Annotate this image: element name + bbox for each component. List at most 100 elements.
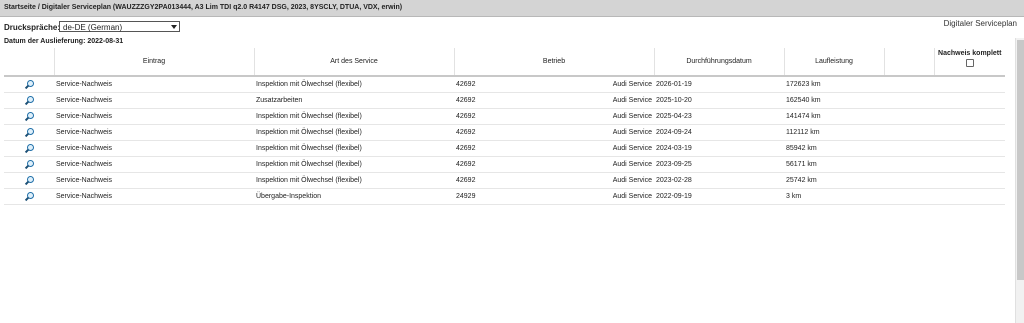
extra-cell <box>884 108 934 125</box>
magnifier-icon[interactable] <box>24 127 34 138</box>
workshop-cell: 42692 Audi Service <box>454 156 654 173</box>
entry-cell: Service-Nachweis <box>54 140 254 157</box>
vertical-scrollbar[interactable] <box>1015 38 1024 323</box>
page-title: Digitaler Serviceplan <box>943 19 1017 28</box>
workshop-name: Audi Service <box>612 97 652 104</box>
mileage-cell: 172623 km <box>784 76 884 93</box>
date-cell: 2025-10-20 <box>654 92 784 109</box>
date-cell: 2024-03-19 <box>654 140 784 157</box>
workshop-name: Audi Service <box>612 129 652 136</box>
service-type-cell: Inspektion mit Ölwechsel (flexibel) <box>254 172 454 189</box>
column-header-extra <box>883 48 934 77</box>
mileage-cell: 141474 km <box>784 108 884 125</box>
column-header-entry[interactable]: Eintrag <box>53 48 254 77</box>
extra-cell <box>884 188 934 205</box>
proof-cell <box>934 76 1005 93</box>
workshop-id: 42692 <box>456 81 476 88</box>
workshop-name: Audi Service <box>612 177 652 184</box>
proof-cell <box>934 92 1005 109</box>
workshop-cell: 42692 Audi Service <box>454 76 654 93</box>
service-type-cell: Inspektion mit Ölwechsel (flexibel) <box>254 108 454 125</box>
view-cell <box>4 76 54 93</box>
workshop-name: Audi Service <box>612 113 652 120</box>
table-row: Service-Nachweis Inspektion mit Ölwechsel… <box>4 108 1005 125</box>
service-type-cell: Übergabe-Inspektion <box>254 188 454 205</box>
table-header-row: Eintrag Art des Service Betrieb Durchfüh… <box>4 48 1005 77</box>
mileage-cell: 112112 km <box>784 124 884 141</box>
proof-cell <box>934 172 1005 189</box>
workshop-name: Audi Service <box>612 193 652 200</box>
workshop-name: Audi Service <box>612 161 652 168</box>
mileage-cell: 3 km <box>784 188 884 205</box>
entry-cell: Service-Nachweis <box>54 156 254 173</box>
workshop-id: 42692 <box>456 97 476 104</box>
table-row: Service-Nachweis Zusatzarbeiten 42692 Audi … <box>4 92 1005 109</box>
column-header-icon <box>4 48 54 77</box>
date-cell: 2023-09-25 <box>654 156 784 173</box>
view-cell <box>4 124 54 141</box>
extra-cell <box>884 124 934 141</box>
magnifier-icon[interactable] <box>24 111 34 122</box>
proof-cell <box>934 124 1005 141</box>
breadcrumb[interactable]: Startseite / Digitaler Serviceplan (WAUZ… <box>4 4 402 11</box>
view-cell <box>4 140 54 157</box>
date-cell: 2024-09-24 <box>654 124 784 141</box>
workshop-cell: 42692 Audi Service <box>454 92 654 109</box>
workshop-id: 42692 <box>456 145 476 152</box>
mileage-cell: 162540 km <box>784 92 884 109</box>
view-cell <box>4 188 54 205</box>
scrollbar-thumb[interactable] <box>1017 40 1024 280</box>
table-row: Service-Nachweis Inspektion mit Ölwechsel… <box>4 124 1005 141</box>
proof-complete-label: Nachweis komplett <box>938 50 1002 57</box>
magnifier-icon[interactable] <box>24 175 34 186</box>
service-type-cell: Inspektion mit Ölwechsel (flexibel) <box>254 156 454 173</box>
service-type-cell: Zusatzarbeiten <box>254 92 454 109</box>
entry-cell: Service-Nachweis <box>54 76 254 93</box>
table-row: Service-Nachweis Inspektion mit Ölwechsel… <box>4 172 1005 189</box>
magnifier-icon[interactable] <box>24 191 34 202</box>
print-language-select[interactable]: de-DE (German) <box>59 21 180 32</box>
magnifier-icon[interactable] <box>24 143 34 154</box>
proof-cell <box>934 140 1005 157</box>
column-header-proof-complete: Nachweis komplett <box>933 48 1005 77</box>
service-type-cell: Inspektion mit Ölwechsel (flexibel) <box>254 76 454 93</box>
column-header-workshop[interactable]: Betrieb <box>453 48 654 77</box>
date-cell: 2023-02-28 <box>654 172 784 189</box>
proof-cell <box>934 188 1005 205</box>
view-cell <box>4 172 54 189</box>
workshop-id: 24929 <box>456 193 476 200</box>
extra-cell <box>884 76 934 93</box>
entry-cell: Service-Nachweis <box>54 108 254 125</box>
print-language-value: de-DE (German) <box>63 23 123 32</box>
magnifier-icon[interactable] <box>24 95 34 106</box>
workshop-id: 42692 <box>456 113 476 120</box>
workshop-cell: 42692 Audi Service <box>454 140 654 157</box>
date-cell: 2022-09-19 <box>654 188 784 205</box>
magnifier-icon[interactable] <box>24 79 34 90</box>
workshop-cell: 42692 Audi Service <box>454 124 654 141</box>
workshop-cell: 42692 Audi Service <box>454 172 654 189</box>
table-row: Service-Nachweis Inspektion mit Ölwechsel… <box>4 76 1005 93</box>
column-header-mileage[interactable]: Laufleistung <box>783 48 884 77</box>
mileage-cell: 85942 km <box>784 140 884 157</box>
view-cell <box>4 156 54 173</box>
workshop-id: 42692 <box>456 129 476 136</box>
proof-complete-checkbox[interactable] <box>965 59 974 67</box>
column-header-date[interactable]: Durchführungsdatum <box>653 48 784 77</box>
workshop-id: 42692 <box>456 177 476 184</box>
view-cell <box>4 108 54 125</box>
entry-cell: Service-Nachweis <box>54 92 254 109</box>
service-type-cell: Inspektion mit Ölwechsel (flexibel) <box>254 140 454 157</box>
view-cell <box>4 92 54 109</box>
service-table: Eintrag Art des Service Betrieb Durchfüh… <box>4 48 1005 205</box>
date-cell: 2025-04-23 <box>654 108 784 125</box>
table-row: Service-Nachweis Inspektion mit Ölwechsel… <box>4 156 1005 173</box>
entry-cell: Service-Nachweis <box>54 188 254 205</box>
column-header-service-type[interactable]: Art des Service <box>253 48 454 77</box>
service-type-cell: Inspektion mit Ölwechsel (flexibel) <box>254 124 454 141</box>
extra-cell <box>884 156 934 173</box>
proof-cell <box>934 156 1005 173</box>
magnifier-icon[interactable] <box>24 159 34 170</box>
table-row: Service-Nachweis Übergabe-Inspektion 24929… <box>4 188 1005 205</box>
proof-cell <box>934 108 1005 125</box>
